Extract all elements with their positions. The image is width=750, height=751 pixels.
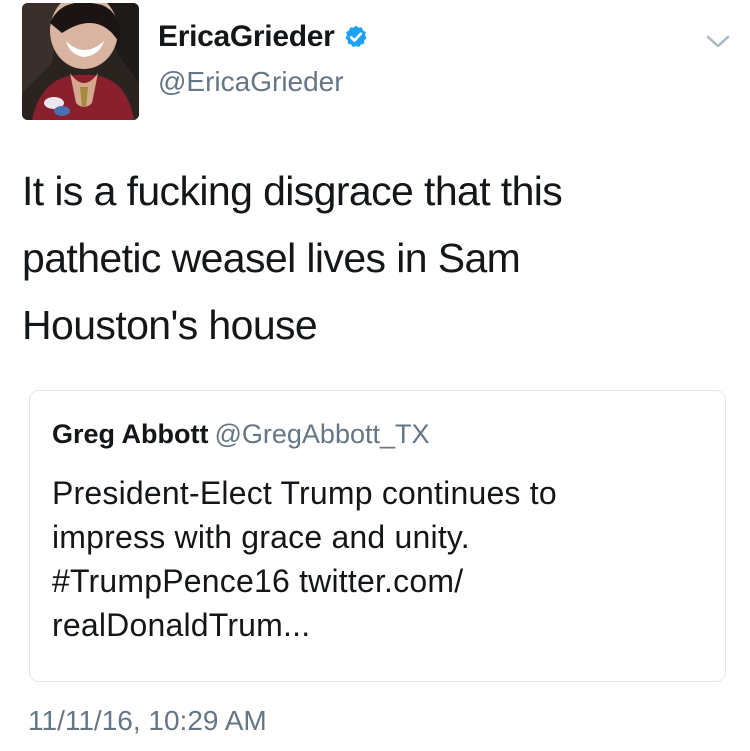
quoted-handle: @GregAbbott_TX	[214, 419, 430, 449]
chevron-down-icon[interactable]	[704, 32, 732, 52]
display-name[interactable]: EricaGrieder	[158, 20, 335, 54]
tweet-timestamp[interactable]: 11/11/16, 10:29 AM	[28, 705, 267, 737]
avatar[interactable]	[22, 3, 139, 120]
quoted-tweet-header: Greg Abbott @GregAbbott_TX	[52, 419, 430, 450]
display-name-row[interactable]: EricaGrieder	[158, 20, 369, 54]
user-handle[interactable]: @EricaGrieder	[158, 66, 344, 98]
verified-badge-icon	[343, 24, 369, 50]
avatar-image	[22, 3, 139, 120]
quoted-display-name: Greg Abbott	[52, 419, 209, 449]
tweet-text: It is a fucking disgrace that this pathe…	[22, 168, 563, 348]
quoted-tweet-text: President-Elect Trump continues to impre…	[52, 475, 557, 643]
quoted-tweet-card[interactable]: Greg Abbott @GregAbbott_TX President-Elec…	[29, 390, 726, 682]
